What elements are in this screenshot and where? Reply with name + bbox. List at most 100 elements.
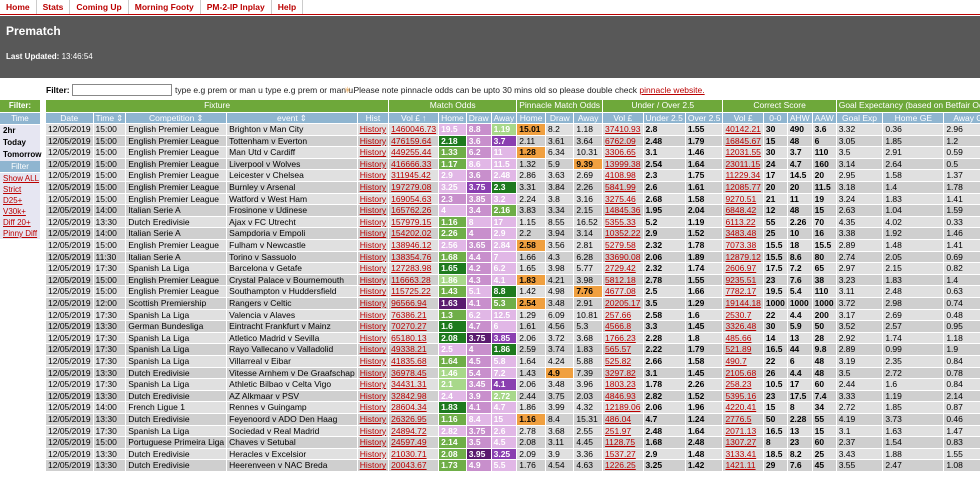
- table-cell[interactable]: 257.66: [602, 309, 644, 322]
- table-cell[interactable]: 4677.08: [602, 285, 644, 298]
- time-option-2hr[interactable]: 2hr: [0, 125, 40, 137]
- table-cell[interactable]: 20205.17: [602, 297, 644, 310]
- history-link[interactable]: History: [360, 124, 386, 134]
- table-cell[interactable]: 12031.55: [722, 146, 764, 159]
- table-cell[interactable]: 258.23: [722, 378, 764, 391]
- table-cell[interactable]: 5355.33: [602, 216, 644, 229]
- table-row[interactable]: 12/05/2019 11:30 Italian Serie A Torino v S…: [46, 251, 980, 264]
- history-link[interactable]: History: [360, 147, 386, 157]
- column-header[interactable]: Vol £: [602, 112, 644, 125]
- sort-icon[interactable]: ⇕: [116, 113, 123, 123]
- table-row[interactable]: 12/05/2019 15:00 English Premier League Tot…: [46, 135, 980, 148]
- table-row[interactable]: 12/05/2019 17:30 Spanish La Liga Villarreal…: [46, 355, 980, 368]
- column-header[interactable]: Home GE: [882, 112, 945, 125]
- table-row[interactable]: 12/05/2019 15:00 English Premier League Ful…: [46, 239, 980, 252]
- table-cell[interactable]: 12189.06: [602, 401, 644, 414]
- column-header[interactable]: AHW: [787, 112, 813, 125]
- table-cell[interactable]: 21030.71: [388, 448, 440, 461]
- table-cell[interactable]: 3297.82: [602, 367, 644, 380]
- history-link[interactable]: History: [360, 298, 386, 308]
- table-cell[interactable]: 23011.15: [722, 158, 764, 171]
- table-cell[interactable]: 521.89: [722, 343, 764, 356]
- history-link[interactable]: History: [360, 460, 386, 470]
- table-cell[interactable]: 12085.77: [722, 181, 764, 194]
- history-link[interactable]: History: [360, 368, 386, 378]
- sort-icon[interactable]: ⇕: [300, 113, 307, 123]
- table-row[interactable]: 12/05/2019 15:00 English Premier League Liv…: [46, 158, 980, 171]
- history-link[interactable]: History: [360, 240, 386, 250]
- table-cell[interactable]: 6848.42: [722, 204, 764, 217]
- history-link[interactable]: History: [360, 286, 386, 296]
- history-link[interactable]: History: [360, 310, 386, 320]
- table-row[interactable]: 12/05/2019 15:00 English Premier League Man…: [46, 146, 980, 159]
- history-link[interactable]: History: [360, 182, 386, 192]
- table-row[interactable]: 12/05/2019 15:00 Portuguese Primeira Liga C…: [46, 436, 980, 449]
- table-cell[interactable]: 40142.21: [722, 123, 764, 136]
- table-cell[interactable]: 9235.51: [722, 274, 764, 287]
- table-row[interactable]: 12/05/2019 15:00 English Premier League Bur…: [46, 181, 980, 194]
- table-cell[interactable]: 1226.25: [602, 459, 644, 472]
- history-link[interactable]: History: [360, 437, 386, 447]
- table-cell[interactable]: 2530.7: [722, 309, 764, 322]
- table-cell[interactable]: 4220.41: [722, 401, 764, 414]
- column-header[interactable]: Time ⇕: [93, 112, 127, 125]
- table-row[interactable]: 12/05/2019 15:00 English Premier League Cry…: [46, 274, 980, 287]
- table-cell[interactable]: 19144.18: [722, 297, 764, 310]
- table-row[interactable]: 12/05/2019 14:00 Italian Serie A Frosinone …: [46, 204, 980, 217]
- table-cell[interactable]: 154202.02: [388, 227, 440, 241]
- column-header[interactable]: AAW: [812, 112, 837, 125]
- table-row[interactable]: 12/05/2019 15:00 English Premier League Sou…: [46, 285, 980, 298]
- column-header[interactable]: Vol £: [722, 112, 764, 125]
- table-cell[interactable]: 28604.34: [388, 401, 440, 414]
- table-row[interactable]: 12/05/2019 15:00 English Premier League Wat…: [46, 193, 980, 206]
- history-link[interactable]: History: [360, 333, 386, 343]
- column-header[interactable]: Away GE: [943, 112, 980, 125]
- column-header[interactable]: Away: [491, 112, 518, 125]
- table-row[interactable]: 12/05/2019 17:30 Spanish La Liga Sociedad v…: [46, 425, 980, 438]
- table-row[interactable]: 12/05/2019 13:30 Dutch Eredivisie Heerenvee…: [46, 459, 980, 472]
- table-cell[interactable]: 416666.33: [388, 158, 440, 171]
- filter-input[interactable]: [72, 84, 172, 96]
- table-cell[interactable]: 2606.97: [722, 262, 764, 275]
- table-cell[interactable]: 2776.5: [722, 413, 764, 426]
- table-row[interactable]: 12/05/2019 17:30 Spanish La Liga Barcelona …: [46, 262, 980, 275]
- history-link[interactable]: History: [360, 379, 386, 389]
- table-cell[interactable]: 2105.68: [722, 367, 764, 380]
- filter-link-strict[interactable]: Strict: [0, 184, 40, 195]
- table-cell[interactable]: 24894.72: [388, 425, 440, 438]
- history-link[interactable]: History: [360, 414, 386, 424]
- sort-icon[interactable]: ↑: [422, 113, 426, 123]
- nav-link-help[interactable]: Help: [272, 0, 304, 14]
- table-cell[interactable]: 24597.49: [388, 436, 440, 449]
- pinnacle-website-link[interactable]: pinnacle website.: [639, 85, 704, 95]
- table-cell[interactable]: 4846.93: [602, 390, 644, 403]
- column-header[interactable]: Away: [573, 112, 604, 125]
- table-cell[interactable]: 6762.09: [602, 135, 644, 148]
- table-cell[interactable]: 34431.31: [388, 378, 440, 391]
- table-cell[interactable]: 5395.16: [722, 390, 764, 403]
- history-link[interactable]: History: [360, 402, 386, 412]
- column-header[interactable]: Vol £ ↑: [388, 112, 440, 125]
- table-cell[interactable]: 1421.11: [722, 459, 764, 472]
- history-link[interactable]: History: [360, 344, 386, 354]
- table-cell[interactable]: 1307.27: [722, 436, 764, 449]
- table-cell[interactable]: 197279.08: [388, 181, 440, 194]
- history-link[interactable]: History: [360, 449, 386, 459]
- table-cell[interactable]: 5812.18: [602, 274, 644, 287]
- history-link[interactable]: History: [360, 321, 386, 331]
- table-cell[interactable]: 1803.23: [602, 378, 644, 391]
- table-cell[interactable]: 5279.58: [602, 239, 644, 252]
- table-cell[interactable]: 7073.38: [722, 239, 764, 252]
- table-cell[interactable]: 490.7: [722, 355, 764, 368]
- table-cell[interactable]: 4108.98: [602, 169, 644, 183]
- table-cell[interactable]: 16845.67: [722, 135, 764, 148]
- table-cell[interactable]: 127283.98: [388, 262, 440, 275]
- table-cell[interactable]: 1128.75: [602, 436, 644, 449]
- table-cell[interactable]: 116663.28: [388, 274, 440, 287]
- table-row[interactable]: 12/05/2019 14:00 French Ligue 1 Rennes v Gu…: [46, 401, 980, 414]
- table-cell[interactable]: 3326.48: [722, 320, 764, 333]
- table-cell[interactable]: 138354.76: [388, 251, 440, 264]
- table-cell[interactable]: 41835.68: [388, 355, 440, 368]
- table-cell[interactable]: 486.04: [602, 413, 644, 426]
- table-cell[interactable]: 11229.34: [722, 169, 764, 183]
